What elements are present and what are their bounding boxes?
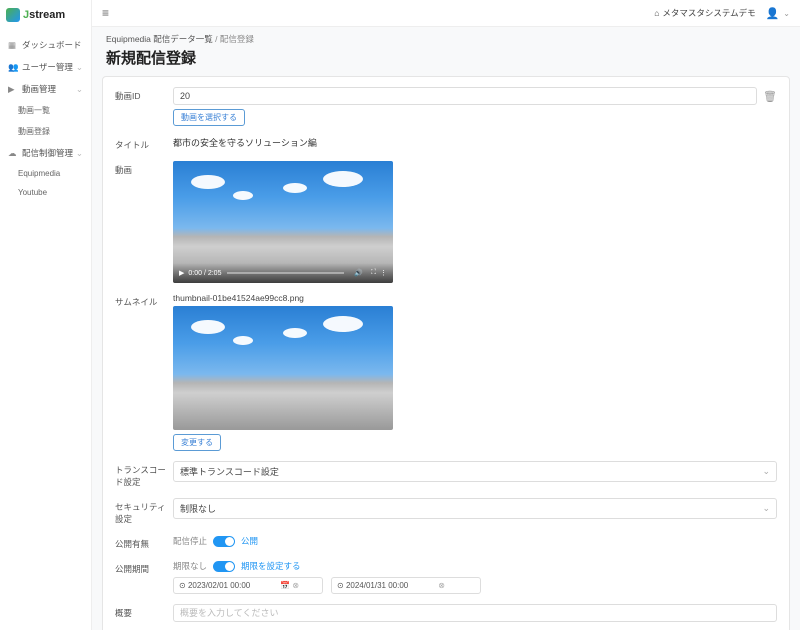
- dashboard-icon: ▦: [8, 40, 18, 51]
- form-card: 動画ID 🗑 動画を選択する タイトル 都市の安全を守るソリューション編 動画: [102, 76, 790, 630]
- nav-video-list[interactable]: 動画一覧: [0, 100, 91, 121]
- transcode-select[interactable]: 標準トランスコード設定⌄: [173, 461, 777, 482]
- security-select[interactable]: 制限なし⌄: [173, 498, 777, 519]
- org-label: メタマスタシステムデモ: [662, 7, 755, 19]
- clear-icon: ⊗: [438, 581, 445, 590]
- logo-mark-icon: [6, 8, 20, 22]
- thumbnail-filename: thumbnail-01be41524ae99cc8.png: [173, 293, 777, 303]
- chevron-down-icon: ⌄: [76, 84, 83, 95]
- nav-label: Equipmedia: [18, 169, 60, 178]
- hamburger-icon[interactable]: ≡: [102, 6, 109, 20]
- seek-bar[interactable]: [227, 272, 344, 274]
- period-end-input[interactable]: ⊙ 2024/01/31 00:00⊗: [331, 577, 481, 594]
- label-transcode: トランスコード設定: [115, 461, 173, 488]
- chevron-down-icon: ⌄: [76, 148, 83, 159]
- video-id-input[interactable]: [173, 87, 757, 105]
- logo-text: Jstream: [23, 9, 65, 21]
- label-security: セキュリティ設定: [115, 498, 173, 525]
- sidebar: Jstream ▦ダッシュボード 👥ユーザー管理⌄ ▶動画管理⌄ 動画一覧 動画…: [0, 0, 92, 630]
- nav-label: 動画登録: [18, 126, 50, 137]
- nav-video-management[interactable]: ▶ 動画管理 ⌄: [0, 78, 91, 100]
- title-value: 都市の安全を守るソリューション編: [173, 138, 317, 148]
- users-icon: 👥: [8, 62, 18, 73]
- volume-icon[interactable]: 🔊: [354, 269, 363, 277]
- nav: ▦ダッシュボード 👥ユーザー管理⌄ ▶動画管理⌄ 動画一覧 動画登録 ☁配信制御…: [0, 30, 91, 202]
- fullscreen-icon[interactable]: ⛶: [371, 269, 376, 277]
- more-icon[interactable]: ⋮: [380, 269, 387, 277]
- publish-on-label: 公開: [241, 535, 258, 547]
- period-start-input[interactable]: ⊙ 2023/02/01 00:00📅 ⊗: [173, 577, 323, 594]
- main: ≡ ⌂メタマスタシステムデモ 👤 ⌄ Equipmedia 配信データ一覧 / …: [92, 0, 800, 630]
- thumbnail-preview: [173, 306, 393, 430]
- period-off-label: 期限なし: [173, 560, 207, 572]
- home-icon: ⌂: [654, 8, 659, 18]
- publish-toggle[interactable]: [213, 536, 235, 547]
- video-controls: ▶ 0:00 / 2:05 🔊 ⛶ ⋮: [173, 263, 393, 283]
- nav-label: Youtube: [18, 188, 47, 197]
- cloud-icon: ☁: [8, 148, 18, 159]
- chevron-down-icon[interactable]: ⌄: [783, 9, 790, 18]
- breadcrumb-current: 配信登録: [220, 34, 254, 44]
- video-icon: ▶: [8, 84, 18, 95]
- video-player[interactable]: ▶ 0:00 / 2:05 🔊 ⛶ ⋮: [173, 161, 393, 283]
- nav-label: 動画管理: [22, 83, 56, 95]
- user-icon[interactable]: 👤: [766, 7, 780, 20]
- nav-label: ダッシュボード: [22, 39, 82, 51]
- label-video: 動画: [115, 161, 173, 176]
- publish-off-label: 配信停止: [173, 535, 207, 547]
- nav-label: ユーザー管理: [22, 61, 73, 73]
- period-on-label: 期限を設定する: [241, 560, 301, 572]
- calendar-icon: 📅 ⊗: [280, 581, 299, 590]
- nav-label: 動画一覧: [18, 105, 50, 116]
- breadcrumb-parent[interactable]: Equipmedia 配信データ一覧: [106, 34, 213, 44]
- chevron-down-icon: ⌄: [762, 466, 770, 477]
- summary-input[interactable]: [173, 604, 777, 622]
- change-thumbnail-button[interactable]: 変更する: [173, 434, 221, 451]
- label-video-id: 動画ID: [115, 87, 173, 102]
- chevron-down-icon: ⌄: [762, 503, 770, 514]
- logo: Jstream: [0, 0, 91, 30]
- nav-youtube[interactable]: Youtube: [0, 183, 91, 202]
- page-title: 新規配信登録: [92, 45, 800, 76]
- nav-delivery-control[interactable]: ☁ 配信制御管理⌄: [0, 142, 91, 164]
- nav-user-management[interactable]: 👥 ユーザー管理⌄: [0, 56, 91, 78]
- period-toggle[interactable]: [213, 561, 235, 572]
- topbar: ≡ ⌂メタマスタシステムデモ 👤 ⌄: [92, 0, 800, 27]
- play-icon[interactable]: ▶: [179, 269, 184, 277]
- label-thumbnail: サムネイル: [115, 293, 173, 308]
- label-title: タイトル: [115, 136, 173, 151]
- label-summary: 概要: [115, 604, 173, 619]
- label-period: 公開期間: [115, 560, 173, 575]
- label-publish: 公開有無: [115, 535, 173, 550]
- trash-icon[interactable]: 🗑: [763, 90, 777, 103]
- breadcrumb: Equipmedia 配信データ一覧 / 配信登録: [92, 27, 800, 45]
- chevron-down-icon: ⌄: [76, 62, 83, 73]
- nav-equipmedia[interactable]: Equipmedia: [0, 164, 91, 183]
- select-video-button[interactable]: 動画を選択する: [173, 109, 245, 126]
- nav-video-register[interactable]: 動画登録: [0, 121, 91, 142]
- org-selector[interactable]: ⌂メタマスタシステムデモ: [654, 7, 755, 19]
- nav-label: 配信制御管理: [22, 147, 73, 159]
- video-time: 0:00 / 2:05: [188, 270, 221, 277]
- nav-dashboard[interactable]: ▦ ダッシュボード: [0, 34, 91, 56]
